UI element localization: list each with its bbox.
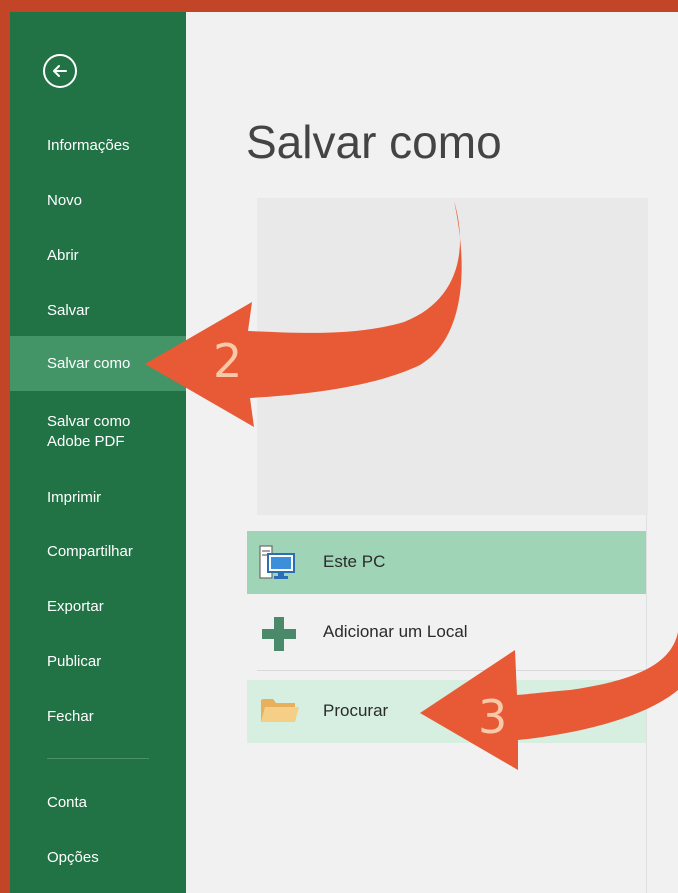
arrow-step-2 (145, 201, 462, 427)
step-number-2: 2 (213, 334, 243, 388)
tutorial-arrows (145, 201, 678, 770)
step-number-3: 3 (478, 690, 508, 744)
arrow-step-3 (420, 632, 678, 770)
